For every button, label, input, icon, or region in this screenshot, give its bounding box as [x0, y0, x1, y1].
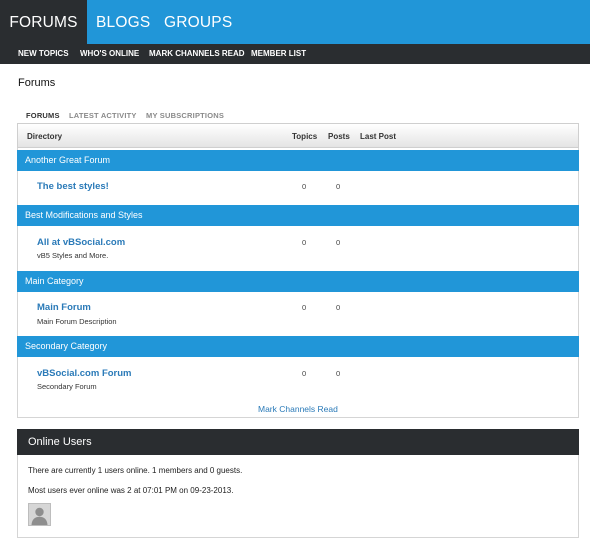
forum-link[interactable]: Main Forum: [37, 302, 91, 313]
top-nav-bar: FORUMS BLOGS GROUPS: [0, 0, 590, 44]
forum-posts-count: 0: [336, 369, 341, 378]
whos-online-link[interactable]: WHO'S ONLINE: [80, 44, 139, 63]
forum-description: vB5 Styles and More.: [37, 251, 109, 260]
forum-description: Secondary Forum: [37, 382, 97, 391]
forum-topics-count: 0: [302, 369, 307, 378]
forum-link[interactable]: The best styles!: [37, 181, 109, 192]
forum-posts-count: 0: [336, 303, 341, 312]
category-header[interactable]: Main Category: [17, 271, 579, 292]
category-header[interactable]: Another Great Forum: [17, 150, 579, 171]
forum-link[interactable]: vBSocial.com Forum: [37, 368, 132, 379]
new-topics-link[interactable]: NEW TOPICS: [18, 44, 69, 63]
tab-blogs[interactable]: BLOGS: [96, 0, 150, 44]
user-silhouette-icon[interactable]: [28, 503, 51, 526]
online-users-record-text: Most users ever online was 2 at 07:01 PM…: [28, 486, 234, 495]
forum-topics-count: 0: [302, 182, 307, 191]
sub-nav-bar: NEW TOPICS WHO'S ONLINE MARK CHANNELS RE…: [0, 44, 590, 64]
category-header[interactable]: Best Modifications and Styles: [17, 205, 579, 226]
forum-description: Main Forum Description: [37, 317, 117, 326]
online-users-count-text: There are currently 1 users online. 1 me…: [28, 466, 243, 475]
tab-forums[interactable]: FORUMS: [0, 0, 87, 44]
mark-channels-read-link[interactable]: MARK CHANNELS READ: [149, 44, 245, 63]
tab-forums-list[interactable]: FORUMS: [26, 111, 60, 120]
column-header-topics: Topics: [292, 132, 318, 141]
tab-my-subscriptions[interactable]: MY SUBSCRIPTIONS: [146, 111, 224, 120]
column-header-posts: Posts: [328, 132, 350, 141]
divider: [17, 417, 579, 418]
forum-topics-count: 0: [302, 303, 307, 312]
column-header-directory: Directory: [27, 132, 63, 141]
member-list-link[interactable]: MEMBER LIST: [251, 44, 306, 63]
forum-posts-count: 0: [336, 238, 341, 247]
category-header[interactable]: Secondary Category: [17, 336, 579, 357]
tab-latest-activity[interactable]: LATEST ACTIVITY: [69, 111, 137, 120]
table-header: Directory Topics Posts Last Post: [17, 123, 579, 148]
tab-groups[interactable]: GROUPS: [164, 0, 232, 44]
page-title: Forums: [18, 77, 56, 89]
mark-channels-read-button[interactable]: Mark Channels Read: [258, 404, 338, 414]
forum-topics-count: 0: [302, 238, 307, 247]
forum-link[interactable]: All at vBSocial.com: [37, 237, 125, 248]
column-header-last-post: Last Post: [360, 132, 397, 141]
online-users-title: Online Users: [17, 429, 579, 455]
forum-posts-count: 0: [336, 182, 341, 191]
